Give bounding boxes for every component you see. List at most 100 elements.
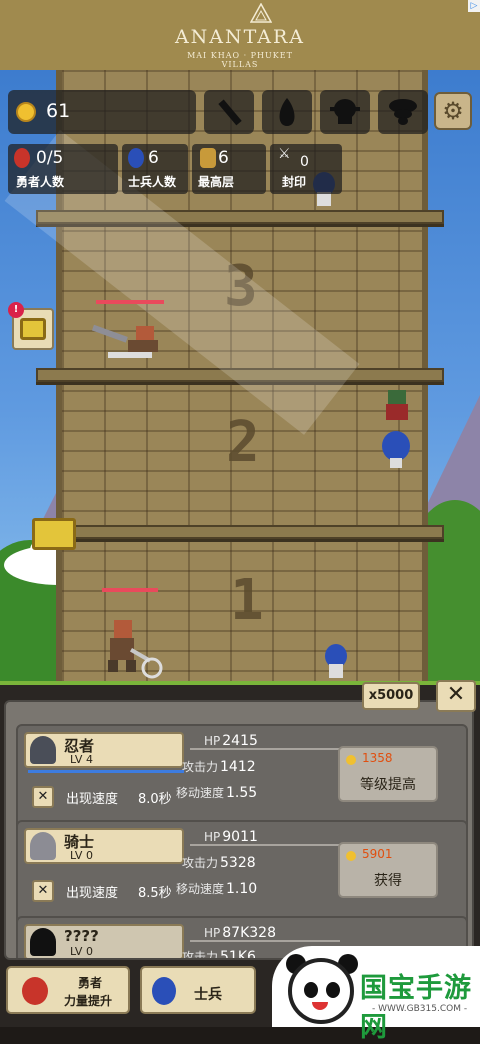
club-icon[interactable]: [204, 90, 254, 134]
hero-icon: [14, 148, 30, 168]
panda-mouth: [312, 1002, 328, 1010]
tornado-icon[interactable]: [378, 90, 428, 134]
close-icon[interactable]: ✕: [32, 786, 54, 808]
unit-name: ????: [64, 927, 99, 945]
stat-value: 0: [300, 154, 309, 170]
ad-line2: VILLAS: [221, 60, 259, 69]
knight-avatar: [30, 832, 56, 860]
panda-eye: [326, 982, 340, 998]
hp-divider: [190, 748, 340, 750]
seed-icon[interactable]: [262, 90, 312, 134]
demon-enemy-sprite[interactable]: [88, 322, 172, 364]
unit-level: LV 4: [70, 753, 93, 766]
locked-avatar: [30, 928, 56, 956]
coin-value: 61: [46, 100, 71, 122]
ad-brand: ANANTARA: [174, 26, 306, 48]
soldier-icon: [152, 977, 176, 1005]
seal-stat: ⚔ 0 封印: [270, 144, 342, 194]
unit-name-box: ???? LV 0: [24, 924, 184, 958]
hp-stat: HP 9011: [204, 826, 258, 845]
unit-list[interactable]: 忍者 LV 4 ✕ 出现速度 8.0秒 HP 2415 攻击力 1412 移动速度 1…: [4, 700, 474, 960]
floor-icon: [200, 148, 216, 168]
stat-label: 最高层: [198, 175, 235, 189]
cloud-treasure-chest-icon[interactable]: [32, 518, 76, 550]
hp-divider: [190, 844, 340, 846]
tab-label-line1: 勇者: [78, 976, 103, 990]
coin-counter: 61: [8, 90, 196, 134]
treasure-chest-icon: [20, 318, 46, 340]
stat-value: 0/5: [36, 148, 64, 168]
hp-divider: [190, 940, 340, 942]
ad-subtitle: MAI KHAO · PHUKET VILLAS: [0, 51, 480, 69]
unit-level: LV 0: [70, 945, 93, 958]
hp-label: HP: [204, 734, 221, 748]
button-label: 获得: [374, 873, 402, 889]
cost-value: 5901: [362, 847, 393, 861]
atk-stat: 攻击力 51K6: [182, 946, 256, 960]
notice-badge: !: [8, 302, 24, 318]
tab-soldier[interactable]: 士兵: [140, 966, 256, 1014]
floor-ledge: [36, 525, 444, 539]
stat-value: 6: [148, 148, 159, 168]
acquire-button[interactable]: 5901 获得: [338, 842, 438, 898]
atk-value: 51K6: [220, 949, 256, 960]
level-up-button[interactable]: 1358 等级提高: [338, 746, 438, 802]
cost-value: 1358: [362, 751, 393, 765]
hp-stat: HP 2415: [204, 730, 258, 749]
unit-name-box: 骑士 LV 0: [24, 828, 184, 864]
gear-icon[interactable]: ⚙: [434, 92, 472, 130]
atk-stat: 攻击力 5328: [182, 852, 256, 871]
hero-icon: [22, 977, 48, 1005]
anantara-logo-icon: [250, 3, 272, 23]
soldier-sprite[interactable]: [322, 644, 350, 680]
soldier-sprite[interactable]: [380, 430, 412, 470]
skull-icon[interactable]: [320, 90, 370, 134]
atk-value: 5328: [220, 855, 256, 871]
stat-label: 士兵人数: [128, 175, 177, 189]
game-scene[interactable]: 3 2 1 ! 61 ⚙ 0/5 勇者人数 6 士兵人数 6 最高层 ⚔ 0 封…: [0, 70, 480, 685]
spawn-label: 出现速度: [66, 792, 119, 807]
spawn-value: 8.5秒: [138, 886, 172, 901]
multiplier-button[interactable]: x5000: [362, 682, 420, 710]
speed-stat: 移动速度 1.55: [176, 782, 257, 801]
tab-hero-power[interactable]: 勇者 力量提升: [6, 966, 130, 1014]
unit-level: LV 0: [70, 849, 93, 862]
ninja-avatar: [30, 736, 56, 764]
highest-floor-stat: 6 最高层: [192, 144, 266, 194]
panda-eye: [304, 982, 318, 998]
hp-label: HP: [204, 926, 221, 940]
hp-value: 87K328: [222, 925, 276, 941]
spawn-value: 8.0秒: [138, 792, 172, 807]
unit-card-knight: 骑士 LV 0 ✕ 出现速度 8.5秒 HP 9011 攻击力 5328 移动速度 1…: [16, 820, 468, 930]
site-watermark: 国宝手游网 - WWW.GB315.COM -: [272, 946, 480, 1043]
treasure-notice[interactable]: !: [8, 302, 54, 350]
goblin-enemy-sprite[interactable]: [382, 388, 412, 424]
speed-value: 1.10: [226, 881, 258, 897]
atk-value: 1412: [220, 759, 256, 775]
floor-number: 1: [230, 568, 264, 633]
close-icon[interactable]: ✕: [32, 880, 54, 902]
stat-label: 勇者人数: [16, 175, 65, 189]
tab-label: 士兵: [194, 987, 222, 1003]
coin-icon: [16, 102, 36, 122]
speed-label: 移动速度: [176, 786, 225, 800]
soldier-icon: [128, 148, 144, 168]
speed-value: 1.55: [226, 785, 258, 801]
atk-label: 攻击力: [182, 950, 219, 960]
ad-banner[interactable]: ANANTARA MAI KHAO · PHUKET VILLAS ▷: [0, 0, 480, 70]
hp-stat: HP 87K328: [204, 922, 276, 941]
panel-close-button[interactable]: ✕: [436, 680, 476, 712]
adchoices-icon[interactable]: ▷: [468, 0, 480, 12]
coin-icon: [346, 851, 356, 861]
demon-enemy-sprite[interactable]: [94, 618, 166, 680]
tab-label-line2: 力量提升: [64, 994, 113, 1008]
stat-value: 6: [218, 148, 229, 168]
hero-count-stat: 0/5 勇者人数: [8, 144, 118, 194]
unit-name-box: 忍者 LV 4: [24, 732, 184, 768]
unit-card-ninja: 忍者 LV 4 ✕ 出现速度 8.0秒 HP 2415 攻击力 1412 移动速度 1…: [16, 724, 468, 834]
spawn-progress: [28, 770, 184, 773]
atk-label: 攻击力: [182, 856, 219, 870]
watermark-url: - WWW.GB315.COM -: [372, 1004, 468, 1014]
hp-label: HP: [204, 830, 221, 844]
atk-stat: 攻击力 1412: [182, 756, 256, 775]
